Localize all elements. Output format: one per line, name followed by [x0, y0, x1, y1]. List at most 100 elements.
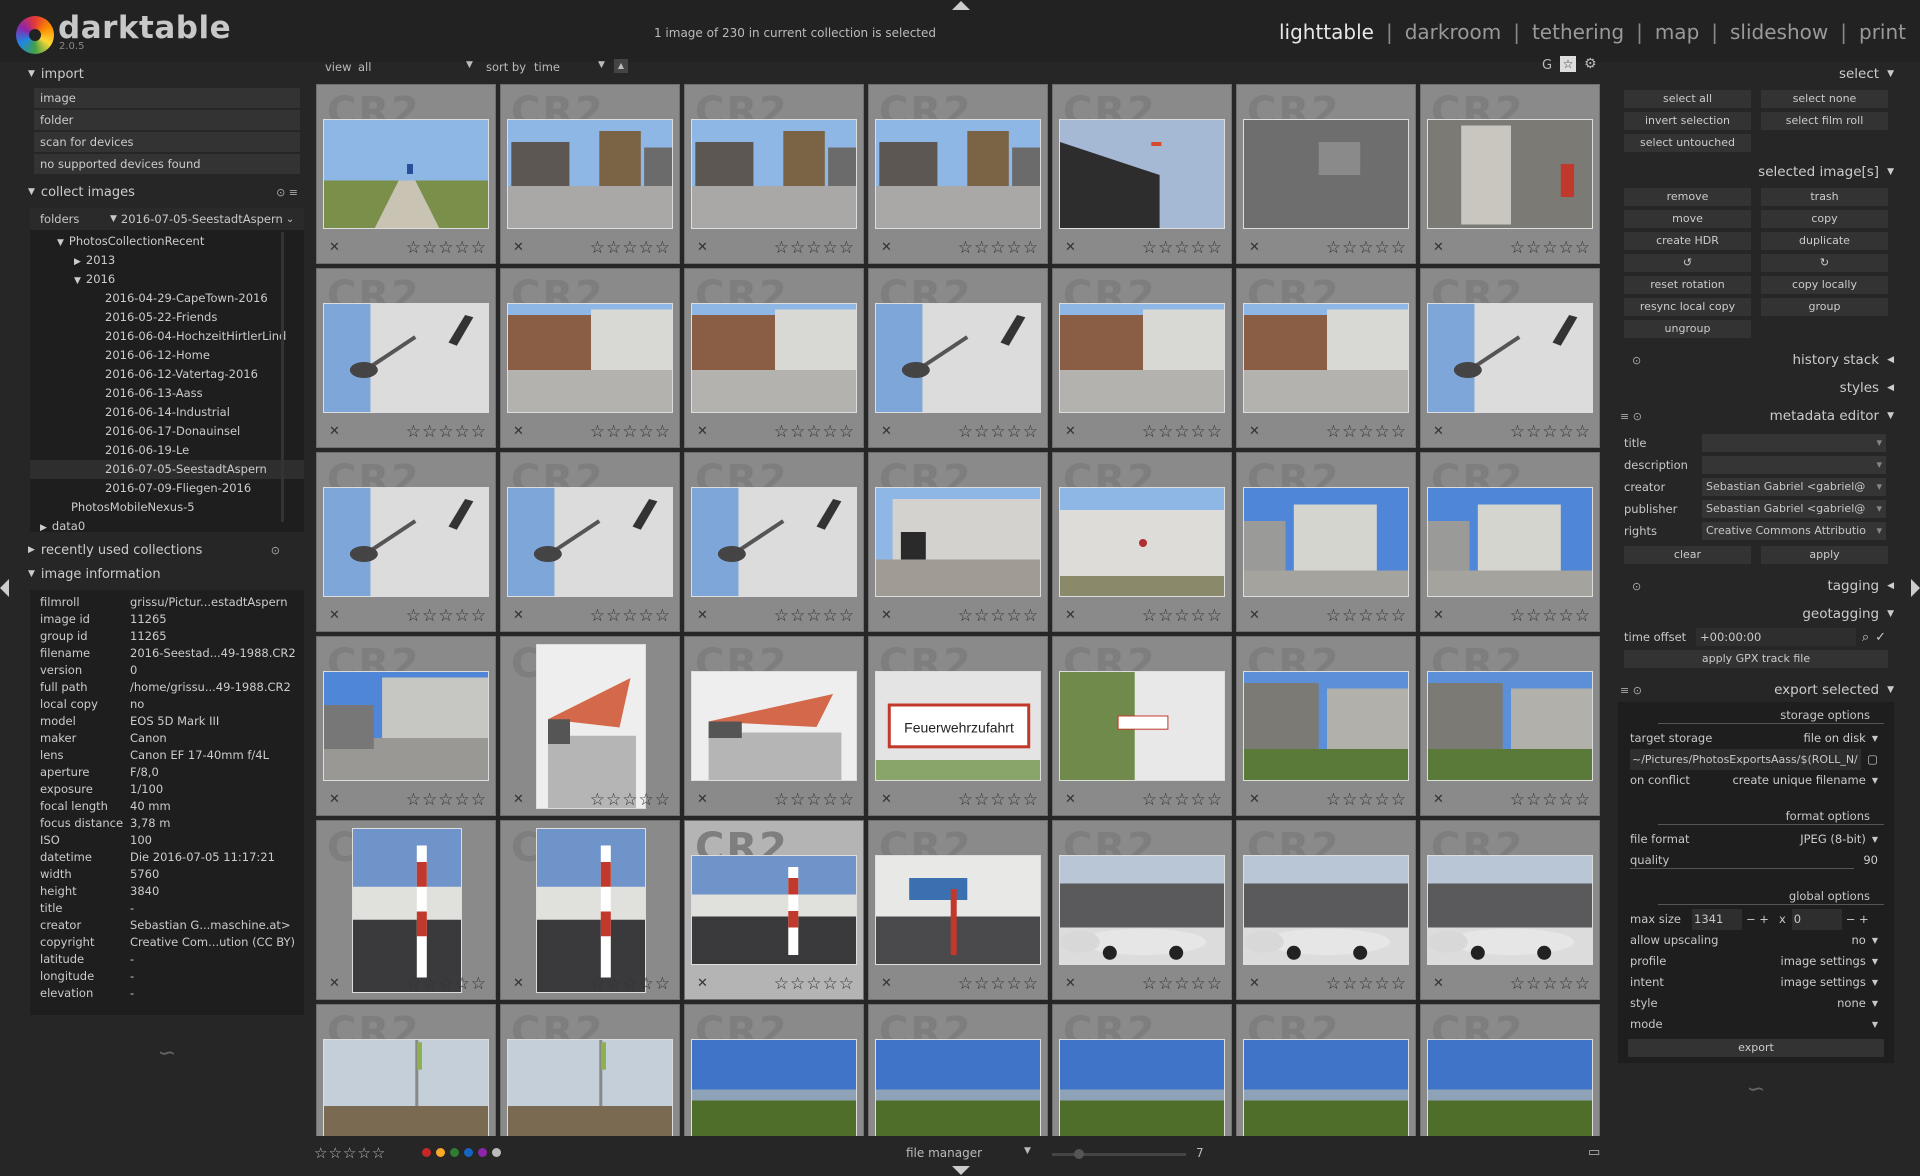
collect-value[interactable]: 2016-07-05-SeestadtAspern: [121, 212, 286, 226]
dropdown-icon[interactable]: ▼: [1872, 972, 1878, 993]
thumbnail-cell[interactable]: CR2✕☆☆☆☆☆: [500, 452, 680, 632]
thumbnail-cell[interactable]: CR2✕☆☆☆☆☆: [684, 452, 864, 632]
thumbnail-image[interactable]: [1243, 855, 1409, 965]
thumbnail-image[interactable]: [507, 303, 673, 413]
rating-filter-stars-icon[interactable]: ☆☆☆☆☆: [314, 1144, 386, 1162]
folder-tree-item[interactable]: 2016-07-05-SeestadtAspern: [30, 460, 304, 479]
collapsed-triangle-icon[interactable]: ▶: [40, 523, 47, 533]
folder-tree-item[interactable]: 2016-06-17-Donauinsel: [30, 422, 304, 441]
thumbnail-cell[interactable]: CR2✕☆☆☆☆☆: [316, 84, 496, 264]
rating-stars-icon[interactable]: ☆☆☆☆☆: [406, 974, 487, 994]
thumbnail-cell[interactable]: CR2✕☆☆☆☆☆: [316, 452, 496, 632]
color-label-dot-icon[interactable]: [492, 1148, 501, 1157]
thumbnail-cell[interactable]: CR2✕☆☆☆☆☆: [1236, 452, 1416, 632]
presets-icon[interactable]: ≡ ⊙: [1620, 684, 1642, 697]
rating-stars-icon[interactable]: ☆☆☆☆☆: [1326, 422, 1407, 442]
rating-stars-icon[interactable]: ☆☆☆☆☆: [958, 606, 1039, 626]
check-icon[interactable]: ✓: [1875, 630, 1886, 645]
action-button[interactable]: ↺: [1624, 254, 1751, 272]
folder-icon[interactable]: ▢: [1867, 749, 1878, 770]
export-option-row[interactable]: intent image settings ▼: [1618, 972, 1894, 993]
reject-icon[interactable]: ✕: [697, 424, 708, 439]
metadata-editor-header[interactable]: ≡ ⊙ metadata editor ▼: [1612, 404, 1900, 428]
rating-stars-icon[interactable]: ☆☆☆☆☆: [1142, 422, 1223, 442]
import-button[interactable]: scan for devices: [34, 132, 300, 152]
action-button[interactable]: move: [1624, 210, 1751, 228]
rating-stars-icon[interactable]: ☆☆☆☆☆: [406, 606, 487, 626]
thumbnail-image[interactable]: [1427, 119, 1593, 229]
metadata-apply-button[interactable]: apply: [1761, 546, 1888, 564]
reject-icon[interactable]: ✕: [1249, 976, 1260, 991]
minus-plus-icon[interactable]: − +: [1846, 909, 1869, 930]
thumbnail-cell[interactable]: CR2✕☆☆☆☆☆: [500, 636, 680, 816]
gear-icon[interactable]: ⚙: [1584, 56, 1597, 72]
target-storage-row[interactable]: target storage file on disk ▼: [1618, 728, 1894, 749]
reject-icon[interactable]: ✕: [513, 976, 524, 991]
monitor-icon[interactable]: ▭: [1588, 1145, 1600, 1160]
rating-stars-icon[interactable]: ☆☆☆☆☆: [406, 790, 487, 810]
thumbnail-cell[interactable]: CR2✕☆☆☆☆☆: [316, 268, 496, 448]
grouping-button[interactable]: G: [1542, 58, 1552, 73]
rating-stars-icon[interactable]: ☆☆☆☆☆: [590, 422, 671, 442]
view-tab-lighttable[interactable]: lighttable: [1279, 20, 1374, 44]
thumbnail-image[interactable]: [507, 119, 673, 229]
export-option-row[interactable]: allow upscaling no ▼: [1618, 930, 1894, 951]
folder-tree-item[interactable]: 2016-06-04-HochzeitHirtlerLind: [30, 327, 304, 346]
reject-icon[interactable]: ✕: [329, 608, 340, 623]
collapse-top-arrow-icon[interactable]: [952, 1, 970, 10]
styles-header[interactable]: styles ◀: [1612, 376, 1900, 400]
action-button[interactable]: copy locally: [1761, 276, 1888, 294]
dropdown-icon[interactable]: ▼: [110, 214, 117, 224]
select-module-header[interactable]: select ▼: [1612, 62, 1900, 86]
folder-tree-item[interactable]: 2016-06-13-Aass: [30, 384, 304, 403]
thumbnail-image[interactable]: [536, 828, 646, 993]
dropdown-icon[interactable]: ▼: [1872, 930, 1878, 951]
thumbnail-cell[interactable]: CR2✕☆☆☆☆☆: [1236, 820, 1416, 1000]
thumbnail-image[interactable]: [691, 855, 857, 965]
presets-icon[interactable]: ⊙: [271, 544, 280, 557]
rating-stars-icon[interactable]: ☆☆☆☆☆: [590, 974, 671, 994]
metadata-field[interactable]: Sebastian Gabriel <gabriel@: [1702, 478, 1886, 496]
reject-icon[interactable]: ✕: [1433, 424, 1444, 439]
on-conflict-row[interactable]: on conflict create unique filename ▼: [1618, 770, 1894, 791]
action-button[interactable]: select all: [1624, 90, 1751, 108]
rating-stars-icon[interactable]: ☆☆☆☆☆: [774, 790, 855, 810]
reject-icon[interactable]: ✕: [881, 792, 892, 807]
action-button[interactable]: select film roll: [1761, 112, 1888, 130]
action-button[interactable]: copy: [1761, 210, 1888, 228]
thumbnail-image[interactable]: [323, 487, 489, 597]
folder-tree-item[interactable]: 2016-07-09-Fliegen-2016: [30, 479, 304, 498]
thumbnail-image[interactable]: [1059, 487, 1225, 597]
color-label-dot-icon[interactable]: [450, 1148, 459, 1157]
action-button[interactable]: duplicate: [1761, 232, 1888, 250]
action-button[interactable]: ungroup: [1624, 320, 1751, 338]
dropdown-icon[interactable]: ▼: [1872, 728, 1878, 749]
metadata-field[interactable]: Sebastian Gabriel <gabriel@: [1702, 500, 1886, 518]
dropdown-icon[interactable]: ▼: [1872, 770, 1878, 791]
rating-stars-icon[interactable]: ☆☆☆☆☆: [1510, 790, 1591, 810]
reject-icon[interactable]: ✕: [1249, 792, 1260, 807]
reject-icon[interactable]: ✕: [1249, 424, 1260, 439]
thumbnail-cell[interactable]: CR2✕☆☆☆☆☆: [684, 636, 864, 816]
reject-icon[interactable]: ✕: [513, 792, 524, 807]
dropdown-icon[interactable]: ▼: [1872, 951, 1878, 972]
view-tab-print[interactable]: print: [1859, 20, 1906, 44]
thumbnail-image[interactable]: [507, 1039, 673, 1136]
max-width-input[interactable]: 1341: [1692, 909, 1742, 930]
color-label-dot-icon[interactable]: [422, 1148, 431, 1157]
color-label-dot-icon[interactable]: [478, 1148, 487, 1157]
thumbnail-cell[interactable]: CR2✕☆☆☆☆☆: [1052, 452, 1232, 632]
thumbnail-cell[interactable]: CR2✕☆☆☆☆☆: [1236, 268, 1416, 448]
thumbnail-image[interactable]: [323, 119, 489, 229]
reject-icon[interactable]: ✕: [1065, 608, 1076, 623]
export-path-input[interactable]: ~/Pictures/PhotosExportsAass/$(ROLL_N/: [1630, 749, 1862, 770]
folder-tree-item[interactable]: 2016-04-29-CapeTown-2016: [30, 289, 304, 308]
reject-icon[interactable]: ✕: [881, 976, 892, 991]
reject-icon[interactable]: ✕: [697, 976, 708, 991]
thumbnail-cell[interactable]: CR2✕☆☆☆☆☆: [1236, 1004, 1416, 1136]
folder-tree-item[interactable]: PhotosMobileNexus-5: [30, 498, 304, 517]
thumbnail-cell[interactable]: CR2✕☆☆☆☆☆: [316, 636, 496, 816]
reject-icon[interactable]: ✕: [329, 792, 340, 807]
collapse-right-arrow-icon[interactable]: [1911, 579, 1920, 597]
thumbnail-image[interactable]: [536, 644, 646, 809]
